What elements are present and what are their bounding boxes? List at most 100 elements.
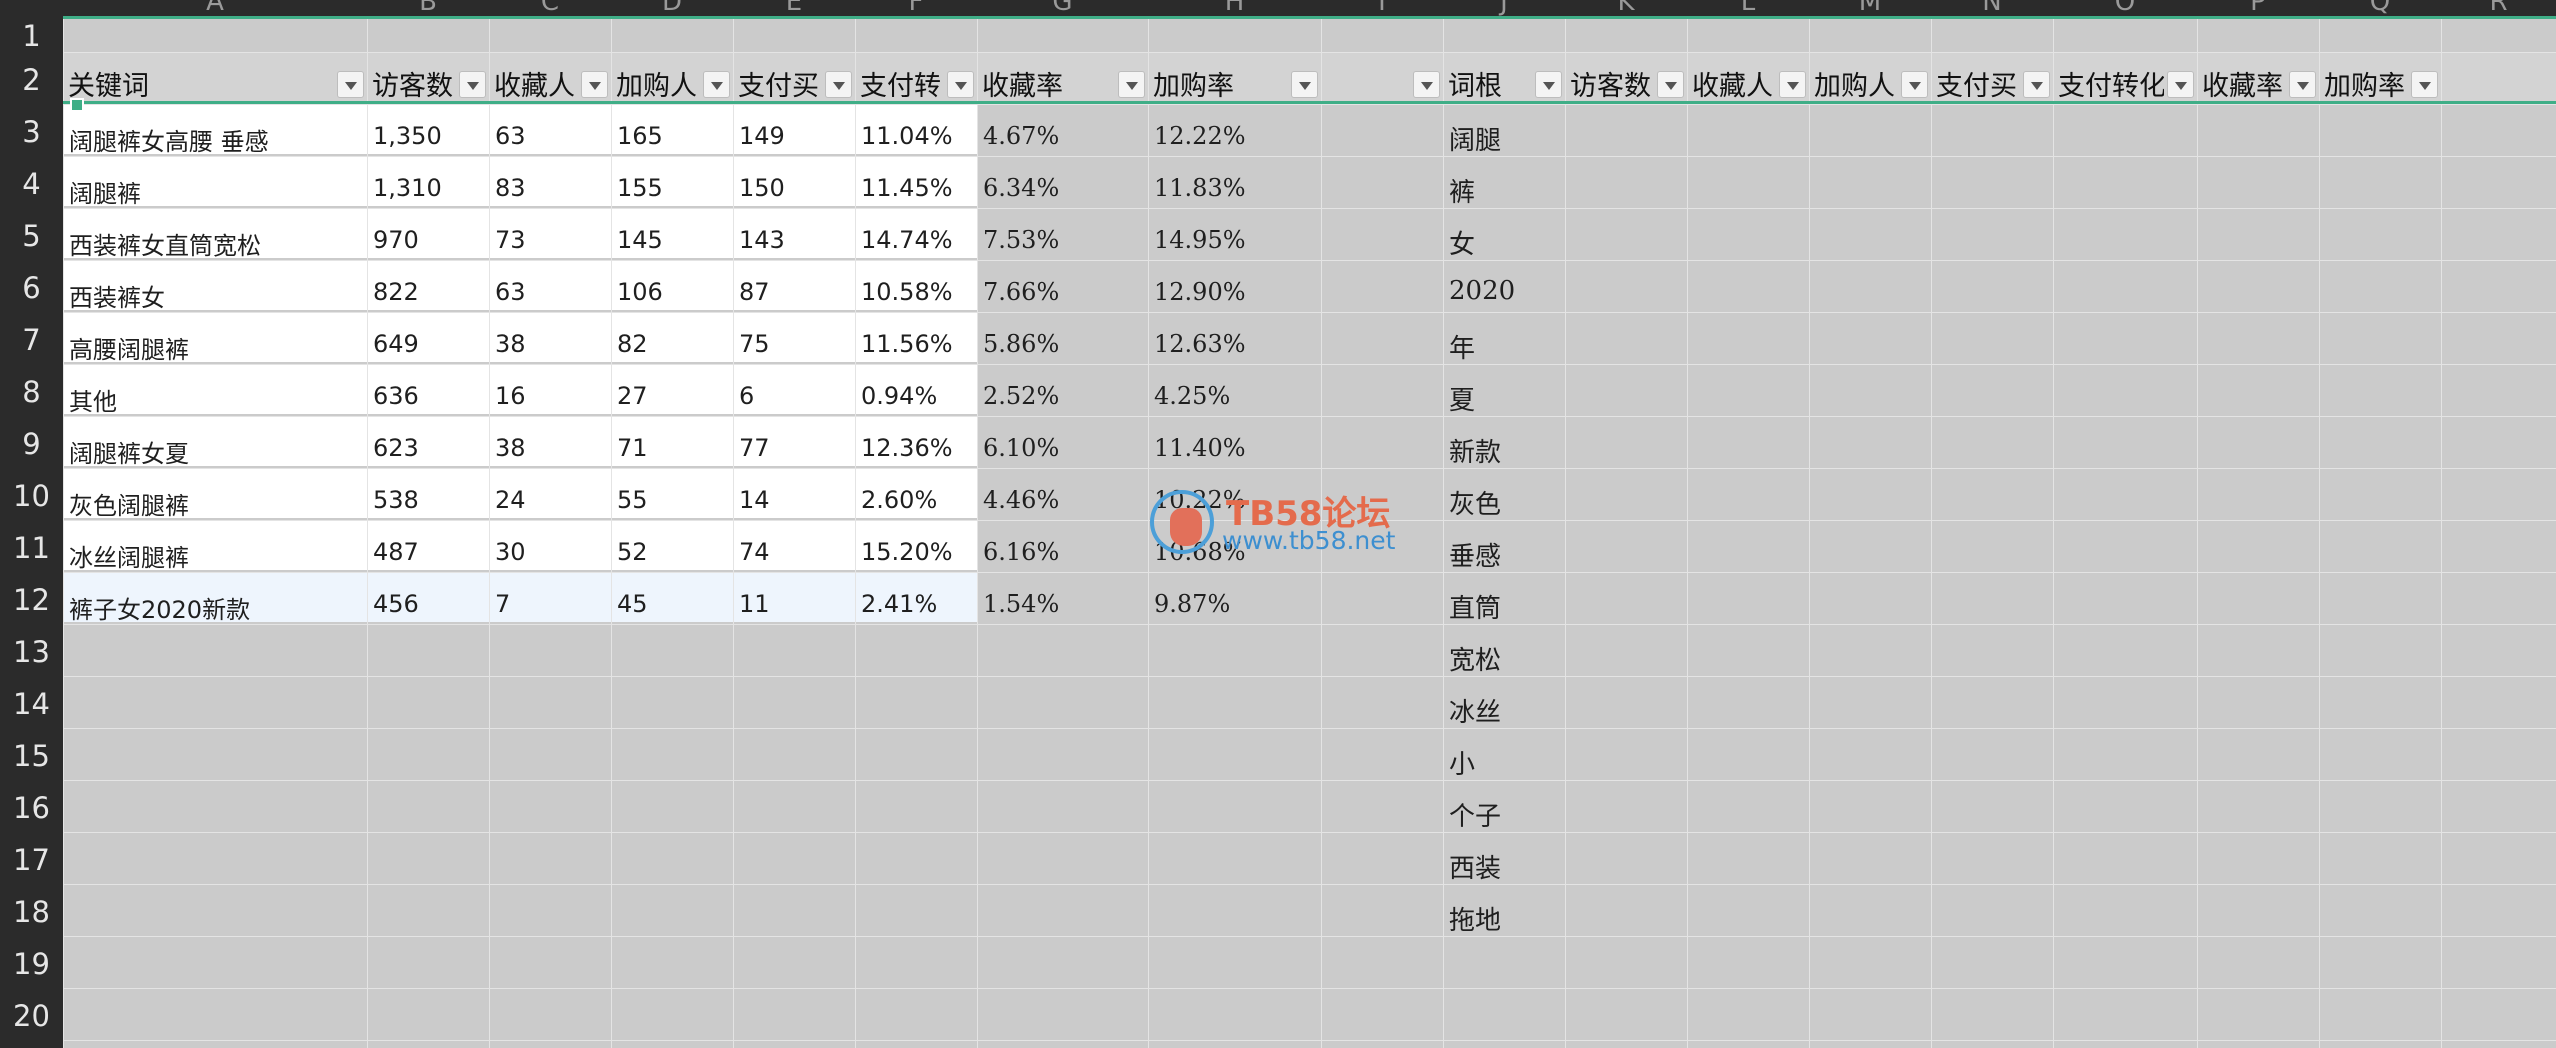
metric-cell[interactable]: 11.83% xyxy=(1154,174,1317,202)
column-header[interactable]: M xyxy=(1809,0,1931,16)
metric-cell[interactable]: 12.90% xyxy=(1154,278,1317,306)
column-header[interactable]: Q xyxy=(2319,0,2441,16)
metric-cell[interactable]: 24 xyxy=(495,486,607,514)
metric-cell[interactable]: 636 xyxy=(373,382,485,410)
metric-cell[interactable]: 10.58% xyxy=(861,278,973,306)
root-word-cell[interactable]: 夏 xyxy=(1449,380,1475,417)
root-word-cell[interactable]: 裤 xyxy=(1449,172,1475,209)
column-header[interactable]: J xyxy=(1443,0,1565,16)
metric-cell[interactable]: 5.86% xyxy=(983,330,1144,358)
keyword-cell[interactable]: 冰丝阔腿裤 xyxy=(69,538,363,573)
column-header[interactable]: G xyxy=(977,0,1148,16)
row-header[interactable]: 11 xyxy=(0,520,63,572)
metric-cell[interactable]: 11.40% xyxy=(1154,434,1317,462)
metric-cell[interactable]: 7.53% xyxy=(983,226,1144,254)
column-header[interactable]: N xyxy=(1931,0,2053,16)
metric-cell[interactable]: 106 xyxy=(617,278,729,306)
metric-cell[interactable]: 970 xyxy=(373,226,485,254)
column-header[interactable]: C xyxy=(489,0,611,16)
keyword-cell[interactable]: 阔腿裤 xyxy=(69,174,363,209)
filter-dropdown-button[interactable] xyxy=(1779,71,1806,98)
metric-cell[interactable]: 63 xyxy=(495,122,607,150)
row-header[interactable]: 13 xyxy=(0,624,63,676)
metric-cell[interactable]: 2.41% xyxy=(861,590,973,618)
root-word-cell[interactable]: 新款 xyxy=(1449,432,1501,469)
root-word-cell[interactable]: 宽松 xyxy=(1449,640,1501,677)
metric-cell[interactable]: 71 xyxy=(617,434,729,462)
row-header[interactable]: 5 xyxy=(0,208,63,260)
filter-dropdown-button[interactable] xyxy=(581,71,608,98)
metric-cell[interactable]: 15.20% xyxy=(861,538,973,566)
metric-cell[interactable]: 45 xyxy=(617,590,729,618)
column-header[interactable]: F xyxy=(855,0,977,16)
metric-cell[interactable]: 6.16% xyxy=(983,538,1144,566)
metric-cell[interactable]: 6.34% xyxy=(983,174,1144,202)
root-word-cell[interactable]: 阔腿 xyxy=(1449,120,1501,157)
root-word-cell[interactable]: 灰色 xyxy=(1449,484,1501,521)
metric-cell[interactable]: 11 xyxy=(739,590,851,618)
metric-cell[interactable]: 14.74% xyxy=(861,226,973,254)
metric-cell[interactable]: 38 xyxy=(495,330,607,358)
metric-cell[interactable]: 145 xyxy=(617,226,729,254)
root-word-cell[interactable]: 年 xyxy=(1449,328,1475,365)
metric-cell[interactable]: 1,350 xyxy=(373,122,485,150)
metric-cell[interactable]: 2.52% xyxy=(983,382,1144,410)
metric-cell[interactable]: 6.10% xyxy=(983,434,1144,462)
column-header[interactable]: L xyxy=(1687,0,1809,16)
row-header[interactable]: 19 xyxy=(0,936,63,988)
filter-dropdown-button[interactable] xyxy=(1118,71,1145,98)
row-header[interactable]: 17 xyxy=(0,832,63,884)
filter-dropdown-button[interactable] xyxy=(1901,71,1928,98)
metric-cell[interactable]: 38 xyxy=(495,434,607,462)
keyword-cell[interactable]: 阔腿裤女夏 xyxy=(69,434,363,469)
row-header[interactable]: 2 xyxy=(0,52,63,104)
row-header[interactable]: 9 xyxy=(0,416,63,468)
row-header[interactable]: 8 xyxy=(0,364,63,416)
root-word-cell[interactable]: 女 xyxy=(1449,224,1475,261)
metric-cell[interactable]: 14 xyxy=(739,486,851,514)
metric-cell[interactable]: 11.04% xyxy=(861,122,973,150)
filter-dropdown-button[interactable] xyxy=(1657,71,1684,98)
metric-cell[interactable]: 11.56% xyxy=(861,330,973,358)
column-header[interactable]: E xyxy=(733,0,855,16)
row-header[interactable]: 10 xyxy=(0,468,63,520)
metric-cell[interactable]: 30 xyxy=(495,538,607,566)
row-header[interactable]: 1 xyxy=(0,16,63,53)
column-header[interactable]: R xyxy=(2441,0,2556,16)
row-header[interactable]: 12 xyxy=(0,572,63,624)
metric-cell[interactable]: 7 xyxy=(495,590,607,618)
metric-cell[interactable]: 82 xyxy=(617,330,729,358)
metric-cell[interactable]: 7.66% xyxy=(983,278,1144,306)
filter-dropdown-button[interactable] xyxy=(337,71,364,98)
metric-cell[interactable]: 2.60% xyxy=(861,486,973,514)
filter-dropdown-button[interactable] xyxy=(2411,71,2438,98)
filter-dropdown-button[interactable] xyxy=(703,71,730,98)
keyword-cell[interactable]: 西装裤女直筒宽松 xyxy=(69,226,363,261)
metric-cell[interactable]: 27 xyxy=(617,382,729,410)
column-header[interactable]: D xyxy=(611,0,733,16)
metric-cell[interactable]: 6 xyxy=(739,382,851,410)
column-header[interactable]: A xyxy=(63,0,367,16)
row-header[interactable]: 14 xyxy=(0,676,63,728)
metric-cell[interactable]: 63 xyxy=(495,278,607,306)
root-word-cell[interactable]: 西装 xyxy=(1449,848,1501,885)
filter-dropdown-button[interactable] xyxy=(2023,71,2050,98)
keyword-cell[interactable]: 其他 xyxy=(69,382,363,417)
selection-fill-handle[interactable] xyxy=(70,98,84,112)
metric-cell[interactable]: 4.46% xyxy=(983,486,1144,514)
metric-cell[interactable]: 143 xyxy=(739,226,851,254)
metric-cell[interactable]: 623 xyxy=(373,434,485,462)
row-header[interactable]: 16 xyxy=(0,780,63,832)
metric-cell[interactable]: 0.94% xyxy=(861,382,973,410)
column-header[interactable]: K xyxy=(1565,0,1687,16)
keyword-cell[interactable]: 阔腿裤女高腰 垂感 xyxy=(69,122,363,157)
keyword-cell[interactable]: 灰色阔腿裤 xyxy=(69,486,363,521)
metric-cell[interactable]: 649 xyxy=(373,330,485,358)
keyword-cell[interactable]: 裤子女2020新款 xyxy=(69,590,363,625)
row-header[interactable]: 18 xyxy=(0,884,63,936)
metric-cell[interactable]: 83 xyxy=(495,174,607,202)
keyword-cell[interactable]: 高腰阔腿裤 xyxy=(69,330,363,365)
metric-cell[interactable]: 75 xyxy=(739,330,851,358)
metric-cell[interactable]: 456 xyxy=(373,590,485,618)
metric-cell[interactable]: 538 xyxy=(373,486,485,514)
